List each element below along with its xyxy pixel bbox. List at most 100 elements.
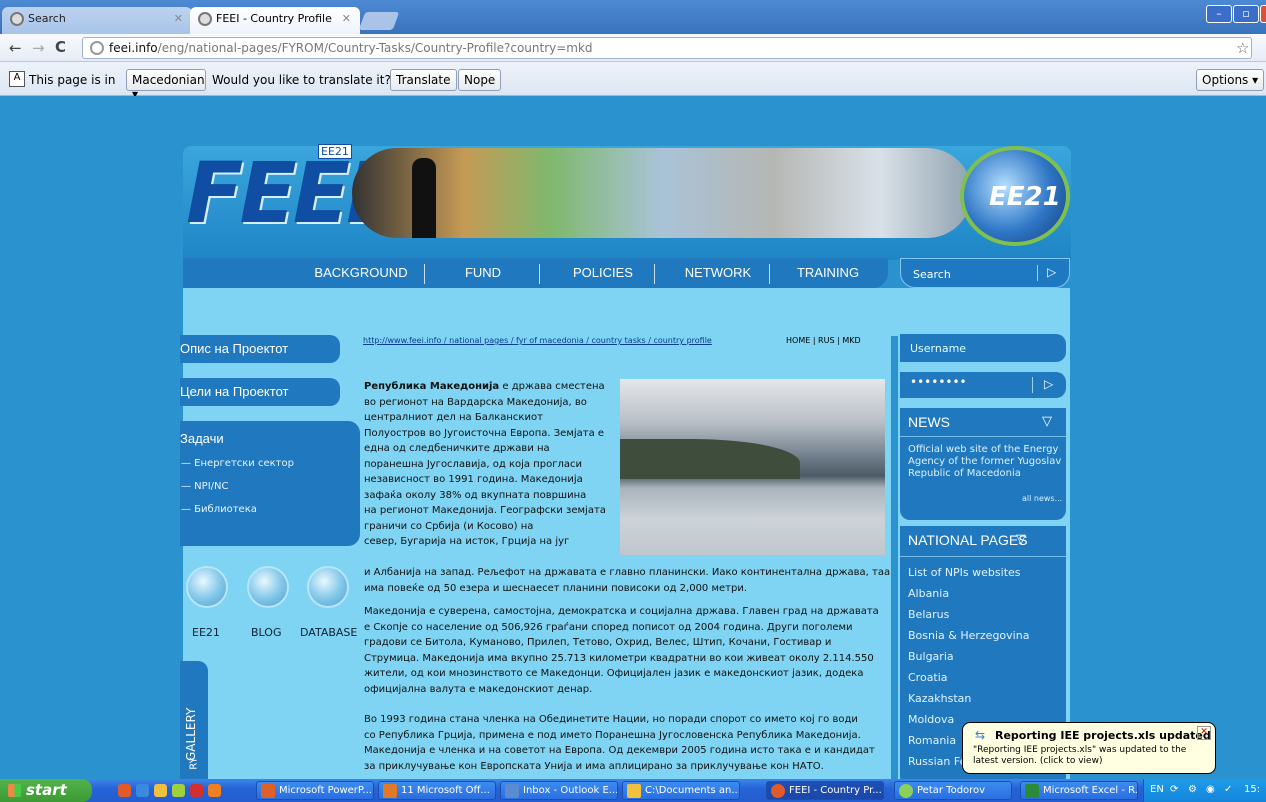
task-chrome[interactable]: FEEI - Country Pr... — [766, 781, 884, 800]
language-select[interactable]: Macedonian ▾ — [126, 69, 206, 101]
quicklaunch-icon[interactable] — [190, 784, 203, 797]
text-line: Во 1993 година стана членка на Обединети… — [364, 714, 858, 725]
address-bar[interactable]: feei.info/eng/national-pages/FYROM/Count… — [82, 37, 1252, 59]
menu-network[interactable]: NETWORK — [668, 265, 768, 280]
text-line: граничи со Србија (и Косово) на — [364, 520, 534, 532]
task-office[interactable]: 11 Microsoft Off... — [378, 781, 496, 800]
ee21-bubble-icon[interactable] — [186, 566, 228, 608]
national-item[interactable]: Romania — [908, 734, 956, 747]
menu-project-goals[interactable]: Цели на Проектот — [180, 378, 340, 406]
news-item[interactable]: Official web site of the Energy Agency o… — [908, 444, 1063, 480]
text-line: за приклучување кон Европската Унија и и… — [364, 760, 824, 772]
blog-label[interactable]: BLOG — [251, 626, 281, 639]
close-tab-icon[interactable]: ✕ — [174, 12, 183, 25]
back-arrow-icon[interactable]: ← — [9, 39, 22, 57]
task-powerpoint[interactable]: Microsoft PowerP... — [256, 781, 374, 800]
tab-feei-country-profile[interactable]: FEEI - Country Profile ✕ — [190, 7, 360, 34]
national-item[interactable]: Croatia — [908, 671, 948, 684]
task-folder[interactable]: C:\Documents an... — [622, 781, 740, 800]
tray-icon[interactable]: ⚙ — [1188, 784, 1197, 795]
submenu-npi-nc[interactable]: — NPI/NC — [181, 481, 228, 492]
database-label[interactable]: DATABASE — [300, 626, 357, 639]
database-bubble-icon[interactable] — [307, 566, 349, 608]
all-news-link[interactable]: all news... — [1022, 494, 1062, 503]
windows-logo-icon — [8, 784, 21, 797]
maximize-button[interactable]: ▫ — [1233, 5, 1259, 23]
quicklaunch-icon[interactable] — [208, 784, 221, 797]
national-item[interactable]: Albania — [908, 587, 949, 600]
clock[interactable]: 15: — [1244, 784, 1260, 795]
new-tab-button[interactable] — [358, 12, 400, 30]
tray-icon[interactable]: ⟳ — [1170, 784, 1178, 795]
text-line: Струмица. Македонија има вкупно 25.713 к… — [364, 652, 874, 664]
ie-icon[interactable] — [136, 784, 149, 797]
national-item[interactable]: Bulgaria — [908, 650, 954, 663]
text-line: централниот дел на Балканскиот — [364, 412, 543, 423]
menu-policies[interactable]: POLICIES — [553, 265, 653, 280]
menu-project-description[interactable]: Опис на Проектот — [180, 335, 340, 363]
task-chat[interactable]: Petar Todorov — [894, 781, 1012, 800]
logo-badge: EE21 — [318, 144, 352, 159]
password-field[interactable]: •••••••• ▷ — [900, 372, 1066, 398]
task-label: 11 Microsoft Off... — [401, 785, 490, 796]
national-item[interactable]: Russian Fe — [908, 755, 966, 768]
menu-background[interactable]: BACKGROUND — [311, 265, 411, 280]
search-arrow-icon[interactable]: ▷ — [1047, 265, 1056, 279]
task-excel[interactable]: Microsoft Excel - R... — [1020, 781, 1138, 800]
bookmark-star-icon[interactable]: ☆ — [1236, 39, 1249, 57]
login-arrow-icon[interactable]: ▷ — [1044, 377, 1053, 391]
menu-fund[interactable]: FUND — [443, 265, 523, 280]
ee21-label[interactable]: EE21 — [192, 626, 220, 639]
tray-icon[interactable]: ◉ — [1206, 784, 1215, 795]
tab-search[interactable]: Search ✕ — [2, 7, 192, 34]
nope-button[interactable]: Nope — [458, 69, 502, 91]
national-item[interactable]: Belarus — [908, 608, 949, 621]
task-label: Microsoft PowerP... — [279, 785, 372, 796]
task-outlook[interactable]: Inbox - Outlook E... — [500, 781, 618, 800]
menu-tasks[interactable]: Задачи — [180, 425, 340, 453]
news-toggle-icon[interactable]: ▽ — [1042, 414, 1052, 429]
close-window-button[interactable] — [1260, 5, 1266, 23]
tray-icon[interactable]: ✓ — [1224, 784, 1232, 795]
chrome-icon[interactable] — [118, 784, 131, 797]
quicklaunch-icon[interactable] — [172, 784, 185, 797]
translate-button[interactable]: Translate — [390, 69, 457, 91]
start-button[interactable]: start — [0, 779, 92, 802]
news-title[interactable]: NEWS — [908, 414, 950, 430]
language-indicator[interactable]: EN — [1150, 784, 1164, 795]
national-item[interactable]: Kazakhstan — [908, 692, 971, 705]
national-item[interactable]: List of NPIs websites — [908, 566, 1021, 579]
text-line: поранешна Југославија, од која прогласи — [364, 458, 582, 470]
breadcrumb[interactable]: http://www.feei.info / national pages / … — [363, 336, 712, 345]
tab-label: Search — [28, 12, 66, 25]
text-line: има повеќе од 50 езера и шеснаесет плани… — [364, 582, 748, 594]
ee21-globe-logo[interactable]: EE21 — [960, 146, 1070, 246]
search-input[interactable]: Search ▷ — [900, 258, 1070, 288]
paragraph-3: Во 1993 година стана членка на Обединети… — [364, 712, 894, 774]
text-line: Македонија е суверена, самостојна, демок… — [364, 606, 879, 617]
national-pages-title[interactable]: NATIONAL PAGES — [908, 532, 1028, 548]
national-toggle-icon[interactable]: ▽ — [1016, 532, 1026, 547]
submenu-library[interactable]: — Библиотека — [181, 504, 257, 515]
close-icon[interactable]: ✕ — [1197, 726, 1211, 740]
national-item[interactable]: Moldova — [908, 713, 954, 726]
reload-icon[interactable]: C — [55, 38, 66, 56]
blog-bubble-icon[interactable] — [247, 566, 289, 608]
national-item[interactable]: Bosnia & Herzegovina — [908, 629, 1029, 642]
explorer-icon[interactable] — [154, 784, 167, 797]
task-label: Inbox - Outlook E... — [523, 785, 618, 796]
page-icon — [90, 41, 104, 55]
forward-arrow-icon[interactable]: → — [32, 39, 45, 57]
submenu-energy-sector[interactable]: — Енергетски сектор — [181, 458, 294, 469]
translate-question: Would you like to translate it? — [212, 73, 391, 87]
tray-notification[interactable]: ⇆ Reporting IEE projects.xls updated ✕ "… — [962, 722, 1216, 774]
minimize-button[interactable]: – — [1206, 5, 1232, 23]
text-line: е држава сместена — [502, 381, 605, 392]
close-tab-icon[interactable]: ✕ — [342, 12, 351, 25]
language-links[interactable]: HOME | RUS | MKD — [786, 336, 861, 345]
text-line: е Скопје со население од 506,926 граѓани… — [364, 621, 853, 633]
options-button[interactable]: Options ▾ — [1196, 69, 1265, 91]
username-field[interactable]: Username — [900, 334, 1066, 362]
text-line: Македонија е членка и на советот на Евро… — [364, 745, 875, 756]
menu-training[interactable]: TRAINING — [783, 265, 873, 280]
